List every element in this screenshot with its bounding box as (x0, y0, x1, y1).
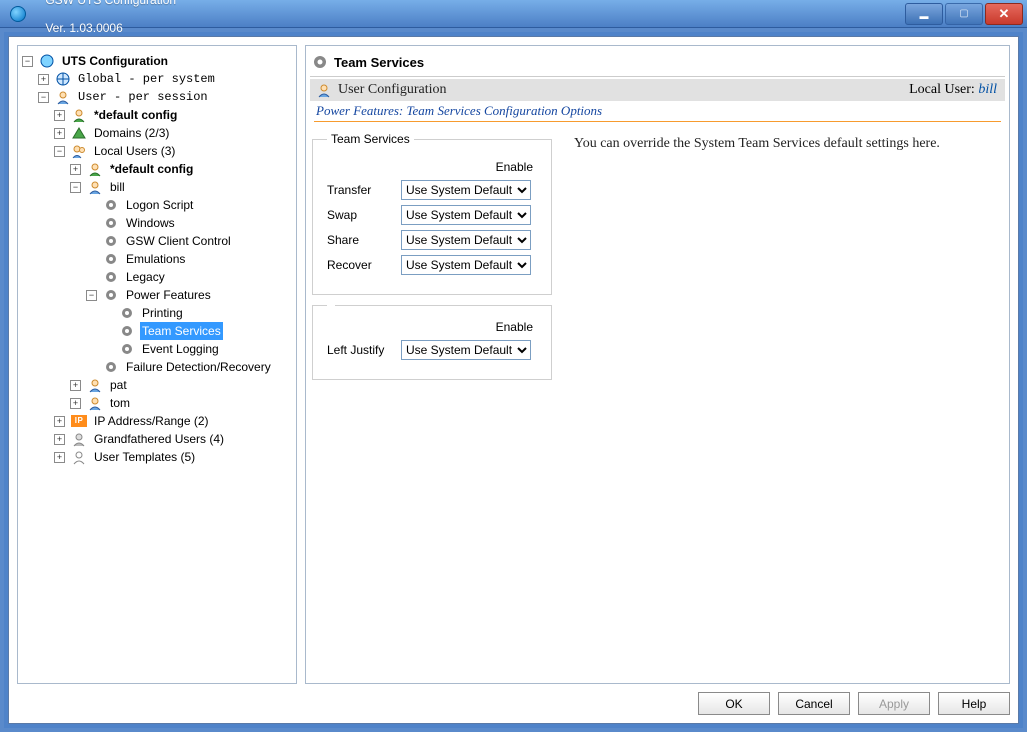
tree-root[interactable]: UTS Configuration (60, 52, 170, 70)
tree-emulations[interactable]: Emulations (124, 250, 187, 268)
user-default-icon (71, 107, 87, 123)
gear-icon (103, 233, 119, 249)
swap-label: Swap (327, 208, 401, 222)
user-icon (87, 179, 103, 195)
share-label: Share (327, 233, 401, 247)
collapse-icon[interactable]: − (22, 56, 33, 67)
ip-icon: IP (71, 413, 87, 429)
separator (314, 121, 1001, 122)
tree-gsw-client[interactable]: GSW Client Control (124, 232, 233, 250)
gear-icon (103, 359, 119, 375)
user-outline-icon (71, 449, 87, 465)
recover-select[interactable]: Use System Default (401, 255, 531, 275)
main-pane: Team Services User Configuration Local U… (305, 45, 1010, 684)
user-icon (55, 89, 71, 105)
tree-failure[interactable]: Failure Detection/Recovery (124, 358, 273, 376)
swap-select[interactable]: Use System Default (401, 205, 531, 225)
apply-button[interactable]: Apply (858, 692, 930, 715)
user-grey-icon (71, 431, 87, 447)
close-button[interactable] (985, 3, 1023, 25)
tree-templates[interactable]: User Templates (5) (92, 448, 197, 466)
enable-header: Enable (327, 160, 537, 174)
collapse-icon[interactable]: − (86, 290, 97, 301)
gear-icon (103, 251, 119, 267)
tree-pat[interactable]: pat (108, 376, 129, 394)
collapse-icon[interactable]: − (70, 182, 81, 193)
app-name: GSW UTS Configuration (45, 0, 176, 7)
collapse-icon[interactable]: − (54, 146, 65, 157)
expand-icon[interactable]: + (54, 110, 65, 121)
gear-icon (103, 287, 119, 303)
tree-pane[interactable]: − UTS Configuration + (17, 45, 297, 684)
expand-icon[interactable]: + (54, 128, 65, 139)
tree-logon-script[interactable]: Logon Script (124, 196, 195, 214)
user-icon (316, 82, 332, 98)
triangle-icon (71, 125, 87, 141)
localuser-name: bill (978, 82, 997, 97)
users-icon (71, 143, 87, 159)
button-bar: OK Cancel Apply Help (17, 684, 1010, 715)
subtitle: Power Features: Team Services Configurat… (310, 101, 1005, 121)
tree-user[interactable]: User - per session (76, 88, 210, 106)
globe-icon (55, 71, 71, 87)
tree-bill[interactable]: bill (108, 178, 127, 196)
page-title: Team Services (334, 55, 424, 70)
group-legend: Team Services (327, 132, 414, 146)
user-icon (87, 377, 103, 393)
gear-icon (103, 215, 119, 231)
gear-icon (119, 341, 135, 357)
expand-icon[interactable]: + (70, 164, 81, 175)
config-icon (39, 53, 55, 69)
gear-icon (103, 269, 119, 285)
tree-default-config2[interactable]: *default config (108, 160, 195, 178)
tree-tom[interactable]: tom (108, 394, 132, 412)
recover-label: Recover (327, 258, 401, 272)
user-default-icon (87, 161, 103, 177)
collapse-icon[interactable]: − (38, 92, 49, 103)
ok-button[interactable]: OK (698, 692, 770, 715)
expand-icon[interactable]: + (54, 452, 65, 463)
tree-legacy[interactable]: Legacy (124, 268, 167, 286)
left-justify-select[interactable]: Use System Default (401, 340, 531, 360)
gear-icon (119, 305, 135, 321)
transfer-label: Transfer (327, 183, 401, 197)
justify-group: Enable Left Justify Use System Default (312, 305, 552, 380)
tree-power-features[interactable]: Power Features (124, 286, 213, 304)
share-select[interactable]: Use System Default (401, 230, 531, 250)
tree-windows[interactable]: Windows (124, 214, 177, 232)
enable-header: Enable (327, 320, 537, 334)
minimize-button[interactable] (905, 3, 943, 25)
gear-icon (119, 323, 135, 339)
gear-icon (103, 197, 119, 213)
tree-team-services[interactable]: Team Services (140, 322, 223, 340)
team-services-group: Team Services Enable Transfer Use System… (312, 132, 552, 295)
cancel-button[interactable]: Cancel (778, 692, 850, 715)
expand-icon[interactable]: + (70, 380, 81, 391)
transfer-select[interactable]: Use System Default (401, 180, 531, 200)
gear-icon (312, 54, 328, 70)
tree-grandfathered[interactable]: Grandfathered Users (4) (92, 430, 226, 448)
tree-default-config[interactable]: *default config (92, 106, 179, 124)
tree-global[interactable]: Global - per system (76, 70, 217, 88)
titlebar: GSW UTS Configuration Ver. 1.03.0006 (0, 0, 1027, 28)
userconf-header: User Configuration Local User: bill (310, 79, 1005, 101)
maximize-button[interactable] (945, 3, 983, 25)
app-icon (10, 6, 26, 22)
help-button[interactable]: Help (938, 692, 1010, 715)
tree-local-users[interactable]: Local Users (3) (92, 142, 177, 160)
tree-printing[interactable]: Printing (140, 304, 185, 322)
expand-icon[interactable]: + (54, 416, 65, 427)
override-text: You can override the System Team Service… (574, 132, 940, 380)
left-justify-label: Left Justify (327, 343, 401, 357)
expand-icon[interactable]: + (54, 434, 65, 445)
userconf-label: User Configuration (338, 82, 446, 98)
localuser-label: Local User: bill (909, 82, 997, 98)
tree-event-logging[interactable]: Event Logging (140, 340, 221, 358)
expand-icon[interactable]: + (38, 74, 49, 85)
tree-domains[interactable]: Domains (2/3) (92, 124, 171, 142)
user-icon (87, 395, 103, 411)
expand-icon[interactable]: + (70, 398, 81, 409)
tree-ip-range[interactable]: IP Address/Range (2) (92, 412, 211, 430)
